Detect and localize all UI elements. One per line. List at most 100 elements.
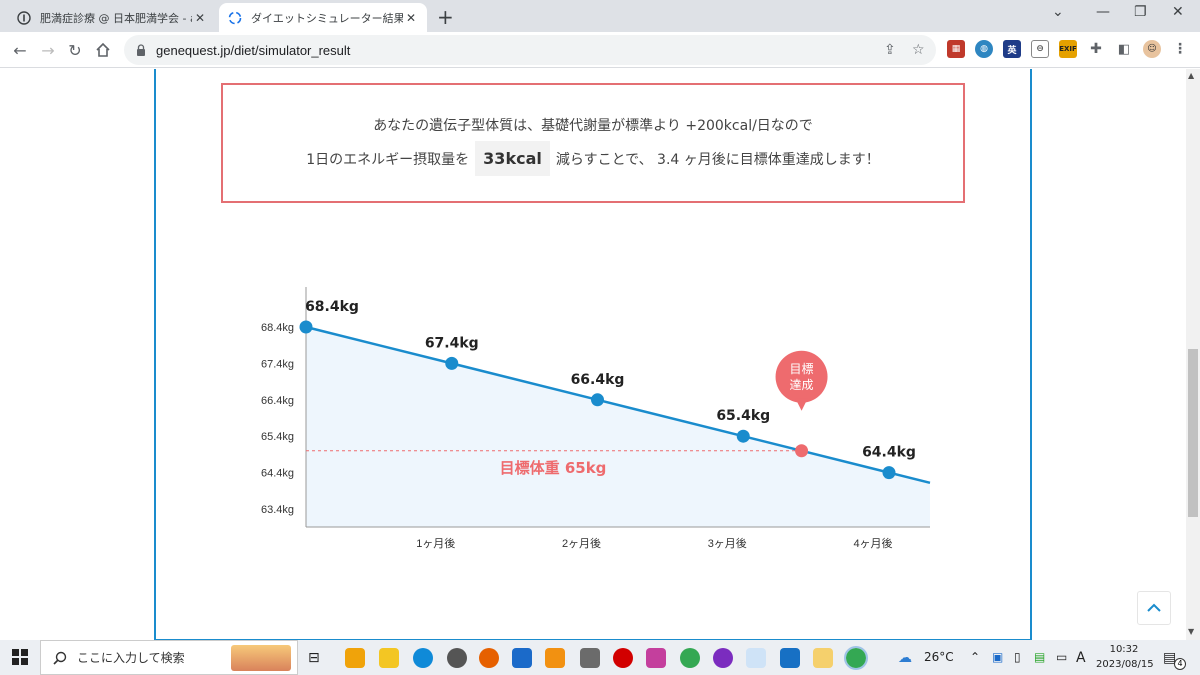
clock-time: 10:32: [1109, 644, 1139, 655]
loading-icon: [227, 10, 243, 26]
extension-translate-icon[interactable]: 英: [1003, 40, 1021, 58]
page-viewport: あなたの遺伝子型体質は、基礎代謝量が標準より +200kcal/日なので 1日の…: [0, 69, 1186, 640]
x-tick-label: 1ヶ月後: [416, 536, 455, 550]
taskbar-app-paint-icon[interactable]: [813, 648, 833, 668]
browser-toolbar: ← → ↻ genequest.jp/diet/simulator_result…: [0, 32, 1200, 68]
windows-start-icon[interactable]: [12, 649, 28, 665]
data-point: [591, 393, 604, 407]
extension-box-icon[interactable]: ⊖: [1031, 40, 1049, 58]
y-tick-label: 66.4kg: [261, 395, 294, 407]
taskbar-search-box[interactable]: ここに入力して検索: [40, 640, 298, 675]
task-view-icon[interactable]: ⊟: [308, 650, 320, 666]
scroll-to-top-button[interactable]: [1137, 591, 1171, 625]
close-tab-icon[interactable]: ✕: [403, 11, 419, 25]
tab-strip: 肥満症診療 @ 日本肥満学会 - alt ✕ ダイエットシミュレーター結果 | …: [0, 0, 1200, 32]
target-reached-point: [795, 444, 809, 458]
extension-globe-icon[interactable]: ◍: [975, 40, 993, 58]
search-highlight-image: [231, 645, 291, 671]
weight-projection-chart: 68.4kg 67.4kg 66.4kg 65.4kg 64.4kg 63.4kg 1ヶ月後…: [261, 287, 931, 550]
system-clock[interactable]: 10:32 2023/08/15: [1096, 642, 1154, 672]
menu-kebab-icon[interactable]: ⋮: [1171, 40, 1189, 58]
data-point-label: 64.4kg: [862, 445, 916, 461]
data-point: [445, 356, 459, 370]
y-tick-label: 68.4kg: [261, 322, 294, 334]
minimize-button[interactable]: —: [1096, 4, 1110, 20]
profile-avatar[interactable]: ☺: [1143, 40, 1161, 58]
tab-title: ダイエットシミュレーター結果 | ダイエット: [251, 11, 403, 25]
vertical-scrollbar[interactable]: ▲ ▼: [1186, 69, 1200, 640]
restore-button[interactable]: ❐: [1134, 4, 1147, 20]
taskbar-app-edge-icon[interactable]: [413, 648, 433, 668]
reload-button[interactable]: ↻: [65, 40, 85, 60]
close-window-button[interactable]: ✕: [1172, 4, 1184, 20]
y-tick-label: 64.4kg: [261, 468, 294, 480]
lock-icon: [136, 41, 146, 60]
tab-title: 肥満症診療 @ 日本肥満学会 - alt: [40, 11, 192, 25]
y-tick-label: 63.4kg: [261, 504, 294, 516]
data-point: [736, 429, 750, 443]
tray-display-icon[interactable]: ▣: [992, 650, 1003, 664]
scroll-up-arrow-icon[interactable]: ▲: [1188, 71, 1194, 80]
data-point-label: 66.4kg: [571, 372, 625, 388]
y-tick-label: 65.4kg: [261, 431, 294, 443]
data-point-label: 67.4kg: [425, 335, 479, 351]
tray-app-icon[interactable]: ▤: [1034, 650, 1045, 664]
weather-temperature[interactable]: 26°C: [924, 650, 954, 664]
scrollbar-thumb[interactable]: [1188, 349, 1198, 517]
target-reached-badge: [775, 350, 828, 403]
tab-obesity-society[interactable]: 肥満症診療 @ 日本肥満学会 - alt ✕: [8, 3, 216, 32]
network-icon[interactable]: ▭: [1056, 650, 1067, 664]
taskbar-app-desktop-icon[interactable]: [780, 648, 800, 668]
data-point-label: 65.4kg: [716, 408, 770, 424]
chevron-up-icon: [1147, 603, 1161, 612]
data-point: [299, 320, 313, 334]
data-point: [882, 466, 896, 480]
extension-chart-icon[interactable]: ▦: [947, 40, 965, 58]
bookmark-star-icon[interactable]: ☆: [912, 42, 925, 58]
url-text: genequest.jp/diet/simulator_result: [156, 42, 351, 58]
notification-count-badge: 4: [1174, 658, 1186, 670]
taskbar-app-note-icon[interactable]: [646, 648, 666, 668]
target-reached-badge-text: 達成: [790, 378, 814, 392]
tab-search-icon[interactable]: ⌄: [1052, 4, 1064, 20]
back-button[interactable]: ←: [10, 40, 30, 60]
taskbar-app-settings-icon[interactable]: [447, 648, 467, 668]
close-tab-icon[interactable]: ✕: [192, 11, 208, 25]
new-tab-button[interactable]: +: [437, 5, 454, 29]
taskbar-app-explorer-icon[interactable]: [379, 648, 399, 668]
x-tick-label: 3ヶ月後: [708, 536, 747, 550]
taskbar-app-media-icon[interactable]: [545, 648, 565, 668]
show-hidden-icons-icon[interactable]: ⌃: [970, 650, 980, 664]
address-bar[interactable]: genequest.jp/diet/simulator_result ⇪ ☆: [124, 35, 936, 65]
extension-exif-icon[interactable]: EXIF: [1059, 40, 1077, 58]
taskbar-app-chrome-active-icon[interactable]: [844, 646, 868, 670]
taskbar-app-firefox-icon[interactable]: [479, 648, 499, 668]
taskbar-app-infinity-icon[interactable]: [713, 648, 733, 668]
share-icon[interactable]: ⇪: [884, 42, 896, 58]
target-reached-badge-text: 目標: [790, 362, 814, 376]
y-tick-label: 67.4kg: [261, 358, 294, 370]
side-panel-icon[interactable]: ◧: [1115, 40, 1133, 58]
extensions-puzzle-icon[interactable]: ✚: [1087, 40, 1105, 58]
target-reached-badge-pointer: [795, 398, 808, 411]
forward-button[interactable]: →: [38, 40, 58, 60]
windows-taskbar: ここに入力して検索 ⊟ ☁ 26°C ⌃ ▣ ▯ ▤ ▭ A 10:32 202…: [0, 640, 1200, 675]
taskbar-app-tool-icon[interactable]: [580, 648, 600, 668]
target-weight-label: 目標体重 65kg: [500, 459, 607, 477]
weather-icon[interactable]: ☁: [898, 650, 912, 666]
taskbar-app-doc-icon[interactable]: [746, 648, 766, 668]
home-button[interactable]: [93, 40, 113, 60]
ime-indicator[interactable]: A: [1076, 650, 1086, 666]
clock-date: 2023/08/15: [1096, 659, 1154, 670]
taskbar-app-chrome-icon[interactable]: [680, 648, 700, 668]
search-icon: [53, 651, 67, 665]
tray-battery-icon[interactable]: ▯: [1014, 650, 1021, 664]
scroll-down-arrow-icon[interactable]: ▼: [1188, 627, 1194, 636]
taskbar-app-outlook-icon[interactable]: [345, 648, 365, 668]
taskbar-app-store-icon[interactable]: [512, 648, 532, 668]
info-icon: [16, 10, 32, 26]
home-icon: [96, 42, 110, 57]
search-placeholder: ここに入力して検索: [77, 651, 185, 665]
taskbar-app-opera-icon[interactable]: [613, 648, 633, 668]
tab-diet-simulator[interactable]: ダイエットシミュレーター結果 | ダイエット ✕: [219, 3, 427, 32]
